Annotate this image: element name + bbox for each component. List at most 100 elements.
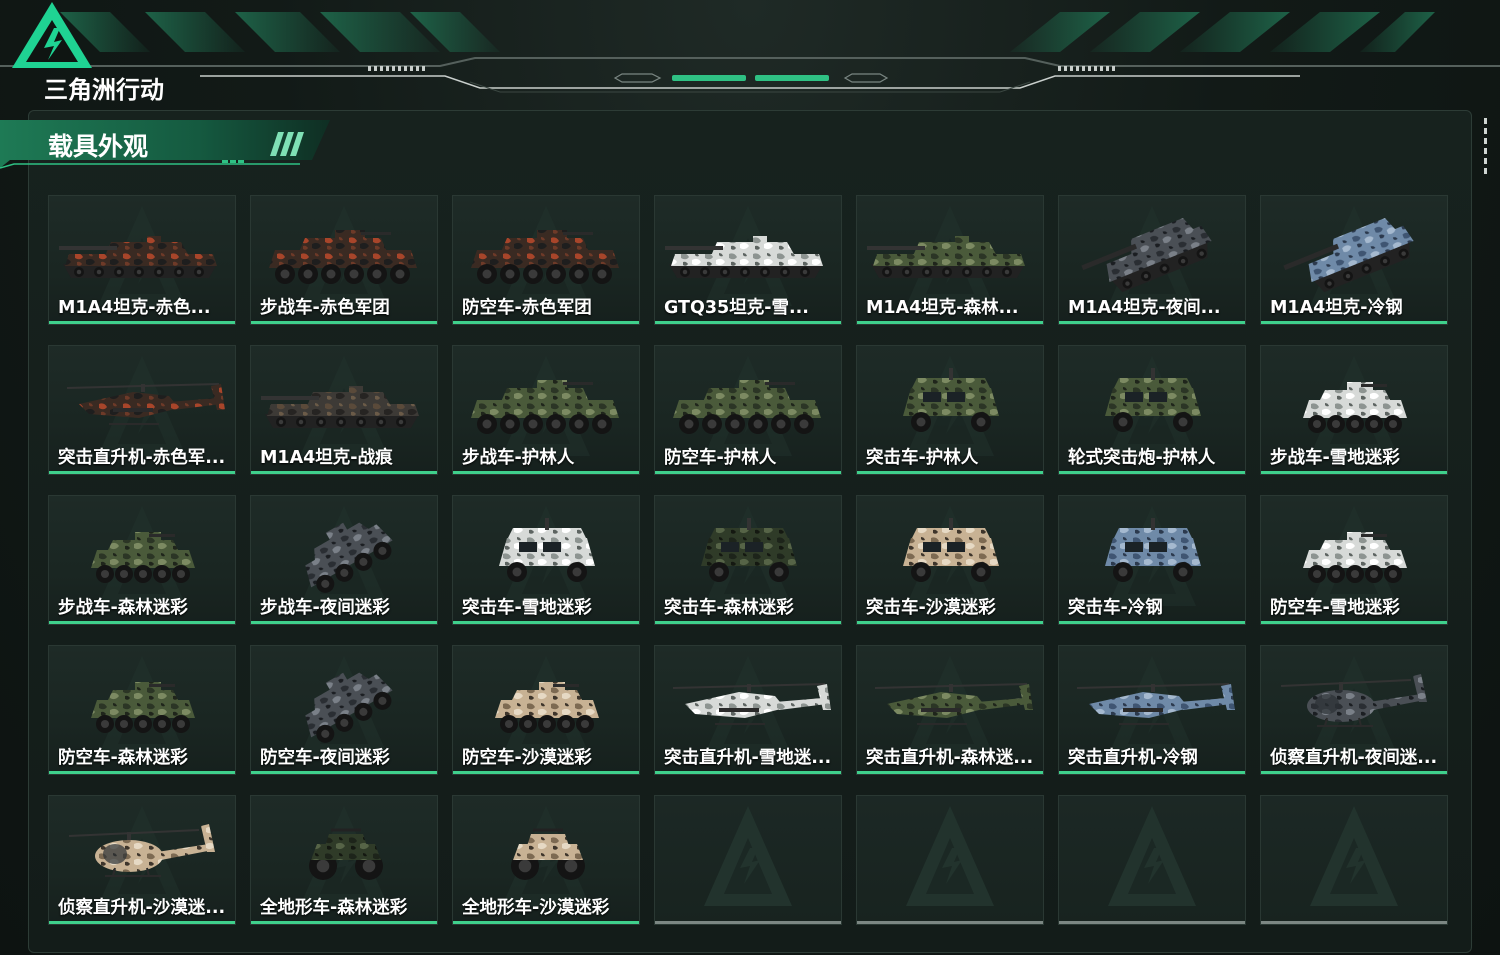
top-bar: 三角洲行动 xyxy=(0,0,1500,110)
vehicle-skin-card[interactable]: 突击直升机-森林迷... xyxy=(856,645,1044,775)
vehicle-skin-card[interactable]: GTQ35坦克-雪... xyxy=(654,195,842,325)
vehicle-skin-label: 步战车-雪地迷彩 xyxy=(1270,448,1400,468)
vehicle-skin-card[interactable]: M1A4坦克-夜间... xyxy=(1058,195,1246,325)
vehicle-skin-label: 防空车-护林人 xyxy=(664,448,777,468)
delta-watermark-icon xyxy=(906,806,994,906)
vehicle-skin-card[interactable]: 防空车-护林人 xyxy=(654,345,842,475)
vehicle-skin-label: 突击直升机-冷钢 xyxy=(1068,748,1198,768)
empty-skin-slot xyxy=(1058,795,1246,925)
delta-watermark-icon xyxy=(1310,806,1398,906)
vehicle-skin-card[interactable]: M1A4坦克-战痕 xyxy=(250,345,438,475)
vehicle-skin-label: M1A4坦克-赤色... xyxy=(58,298,211,318)
ifv-angled-vehicle-image xyxy=(305,522,393,593)
ifv-vehicle-image xyxy=(471,230,619,284)
truck-vehicle-image xyxy=(499,518,595,582)
vehicle-skin-label: 突击车-雪地迷彩 xyxy=(462,598,592,618)
vehicle-skin-card[interactable]: 突击车-护林人 xyxy=(856,345,1044,475)
vehicle-skin-label: 步战车-护林人 xyxy=(462,448,575,468)
truck-vehicle-image xyxy=(701,518,797,582)
vehicle-skin-card[interactable]: M1A4坦克-森林... xyxy=(856,195,1044,325)
heli-vehicle-image xyxy=(66,383,225,425)
ifv-small-vehicle-image xyxy=(91,682,195,733)
vehicle-skin-card[interactable]: 步战车-夜间迷彩 xyxy=(250,495,438,625)
panel-scroll-indicator xyxy=(1484,118,1487,174)
ifv-vehicle-image xyxy=(471,380,619,434)
vehicle-skin-label: 突击直升机-森林迷... xyxy=(866,748,1034,768)
vehicle-skin-label: 突击车-冷钢 xyxy=(1068,598,1163,618)
truck-vehicle-image xyxy=(903,368,999,432)
vehicle-skin-label: 步战车-赤色军团 xyxy=(260,298,390,318)
vehicle-skin-label: M1A4坦克-冷钢 xyxy=(1270,298,1403,318)
vehicle-skin-card[interactable]: 防空车-夜间迷彩 xyxy=(250,645,438,775)
vehicle-skin-card[interactable]: 侦察直升机-沙漠迷... xyxy=(48,795,236,925)
vehicle-skin-label: 防空车-赤色军团 xyxy=(462,298,592,318)
vehicle-skin-label: GTQ35坦克-雪... xyxy=(664,298,809,318)
vehicle-skin-label: M1A4坦克-夜间... xyxy=(1068,298,1221,318)
empty-skin-slot xyxy=(856,795,1044,925)
tank-vehicle-image xyxy=(261,386,419,428)
vehicle-skin-card[interactable]: 突击直升机-雪地迷... xyxy=(654,645,842,775)
vehicle-skin-label: 突击车-沙漠迷彩 xyxy=(866,598,996,618)
logo-text: 三角洲行动 xyxy=(44,76,164,104)
vehicle-skin-card[interactable]: M1A4坦克-冷钢 xyxy=(1260,195,1448,325)
vehicle-skin-card[interactable]: 全地形车-森林迷彩 xyxy=(250,795,438,925)
vehicle-skin-card[interactable]: 步战车-雪地迷彩 xyxy=(1260,345,1448,475)
vehicle-skin-card[interactable]: 突击直升机-冷钢 xyxy=(1058,645,1246,775)
vehicle-skin-label: 轮式突击炮-护林人 xyxy=(1068,448,1216,468)
vehicle-skin-label: 步战车-夜间迷彩 xyxy=(260,598,390,618)
scout-heli-vehicle-image xyxy=(68,824,215,877)
heli-vehicle-image xyxy=(874,683,1033,725)
ifv-small-vehicle-image xyxy=(495,682,599,733)
tank-vehicle-image xyxy=(59,236,217,278)
vehicle-skin-card[interactable]: 防空车-森林迷彩 xyxy=(48,645,236,775)
ifv-small-vehicle-image xyxy=(91,532,195,583)
scout-heli-vehicle-image xyxy=(1280,674,1427,727)
vehicle-skin-label: 侦察直升机-夜间迷... xyxy=(1270,748,1438,768)
vehicle-skin-card[interactable]: 全地形车-沙漠迷彩 xyxy=(452,795,640,925)
vehicle-skin-card[interactable]: 步战车-赤色军团 xyxy=(250,195,438,325)
vehicle-skin-card[interactable]: 突击直升机-赤色军... xyxy=(48,345,236,475)
vehicle-skin-card[interactable]: 突击车-冷钢 xyxy=(1058,495,1246,625)
vehicle-skin-card[interactable]: 突击车-雪地迷彩 xyxy=(452,495,640,625)
delta-watermark-icon xyxy=(1108,806,1196,906)
top-bar-decoration xyxy=(0,12,1500,93)
truck-vehicle-image xyxy=(1105,518,1201,582)
tank-vehicle-image xyxy=(665,236,823,278)
vehicle-skin-card[interactable]: 轮式突击炮-护林人 xyxy=(1058,345,1246,475)
ifv-angled-vehicle-image xyxy=(305,672,393,743)
vehicle-skin-label: 防空车-沙漠迷彩 xyxy=(462,748,592,768)
vehicle-skin-label: 突击车-护林人 xyxy=(866,448,979,468)
delta-watermark-icon xyxy=(704,806,792,906)
vehicle-skin-card[interactable]: 步战车-森林迷彩 xyxy=(48,495,236,625)
vehicle-skin-card[interactable]: 防空车-赤色军团 xyxy=(452,195,640,325)
vehicle-skin-label: M1A4坦克-战痕 xyxy=(260,448,393,468)
vehicle-skin-label: 防空车-夜间迷彩 xyxy=(260,748,390,768)
tank-vehicle-image xyxy=(867,236,1025,278)
vehicle-skin-card[interactable]: 防空车-雪地迷彩 xyxy=(1260,495,1448,625)
vehicle-skins-screen: 三角洲行动 载具外观 M1A4坦克-赤色... 步战车-赤色军团 防空车-赤色军… xyxy=(0,0,1500,955)
vehicle-skin-label: 突击车-森林迷彩 xyxy=(664,598,794,618)
ifv-vehicle-image xyxy=(269,230,417,284)
vehicle-skin-card[interactable]: 侦察直升机-夜间迷... xyxy=(1260,645,1448,775)
vehicle-skin-card[interactable]: 突击车-沙漠迷彩 xyxy=(856,495,1044,625)
vehicle-skin-card[interactable]: 步战车-护林人 xyxy=(452,345,640,475)
empty-skin-slot xyxy=(654,795,842,925)
empty-skin-slot xyxy=(1260,795,1448,925)
vehicle-skin-label: 全地形车-沙漠迷彩 xyxy=(462,898,610,918)
vehicle-skin-card[interactable]: 突击车-森林迷彩 xyxy=(654,495,842,625)
vehicle-skin-label: 突击直升机-赤色军... xyxy=(58,448,226,468)
vehicle-skin-grid: M1A4坦克-赤色... 步战车-赤色军团 防空车-赤色军团 GTQ35坦克-雪… xyxy=(48,195,1448,925)
vehicle-skin-label: 防空车-森林迷彩 xyxy=(58,748,188,768)
vehicle-skin-label: 步战车-森林迷彩 xyxy=(58,598,188,618)
ifv-small-vehicle-image xyxy=(1303,382,1407,433)
vehicle-skin-label: 侦察直升机-沙漠迷... xyxy=(58,898,226,918)
section-title: 载具外观 xyxy=(48,132,149,161)
ifv-small-vehicle-image xyxy=(1303,532,1407,583)
vehicle-skin-card[interactable]: M1A4坦克-赤色... xyxy=(48,195,236,325)
vehicle-skin-label: 突击直升机-雪地迷... xyxy=(664,748,832,768)
vehicle-skin-label: M1A4坦克-森林... xyxy=(866,298,1019,318)
heli-vehicle-image xyxy=(672,683,831,725)
vehicle-skin-card[interactable]: 防空车-沙漠迷彩 xyxy=(452,645,640,775)
vehicle-skin-label: 防空车-雪地迷彩 xyxy=(1270,598,1400,618)
ifv-vehicle-image xyxy=(673,380,821,434)
